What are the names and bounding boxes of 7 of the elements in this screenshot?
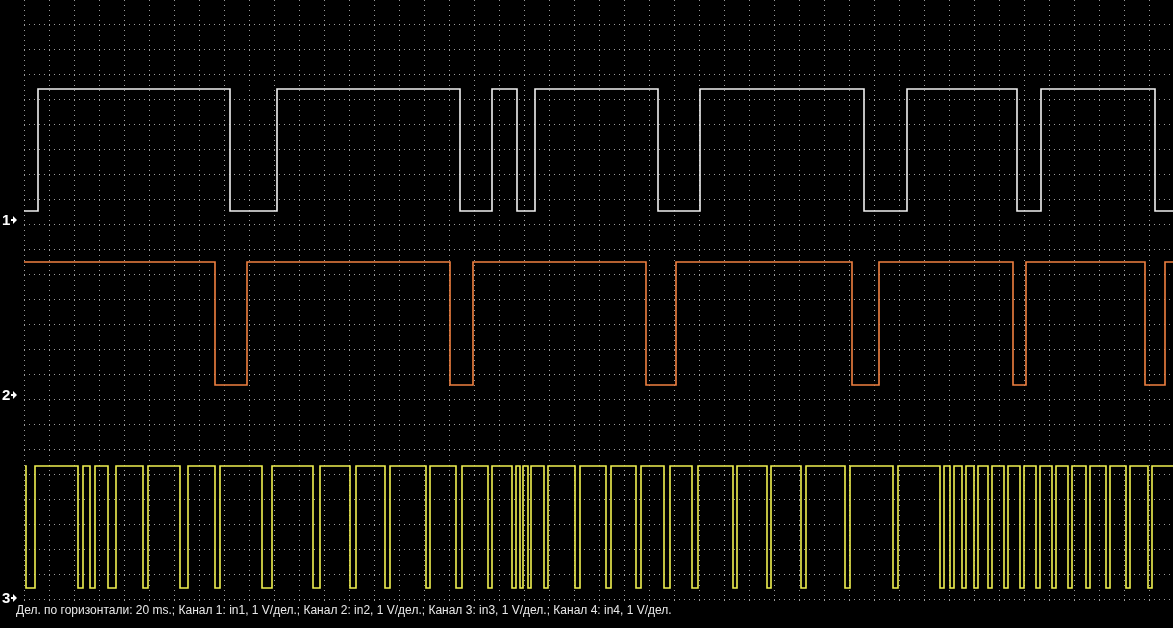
channel-label: 3 (2, 590, 11, 605)
channel-label: 1 (2, 212, 11, 227)
channel-marker-icon (11, 390, 18, 399)
channel-marker-icon (11, 215, 18, 224)
channel-label: 2 (2, 387, 11, 402)
channel-marker-icon (11, 593, 18, 602)
status-text: Дел. по горизонтали: 20 ms.; Канал 1: in1, 1 V/дел.; Канал 2: in2, 1 V/дел.; Канал 3: in3, 1 V/дел.; Канал 4: in4, 1 V/дел. (15, 603, 673, 617)
